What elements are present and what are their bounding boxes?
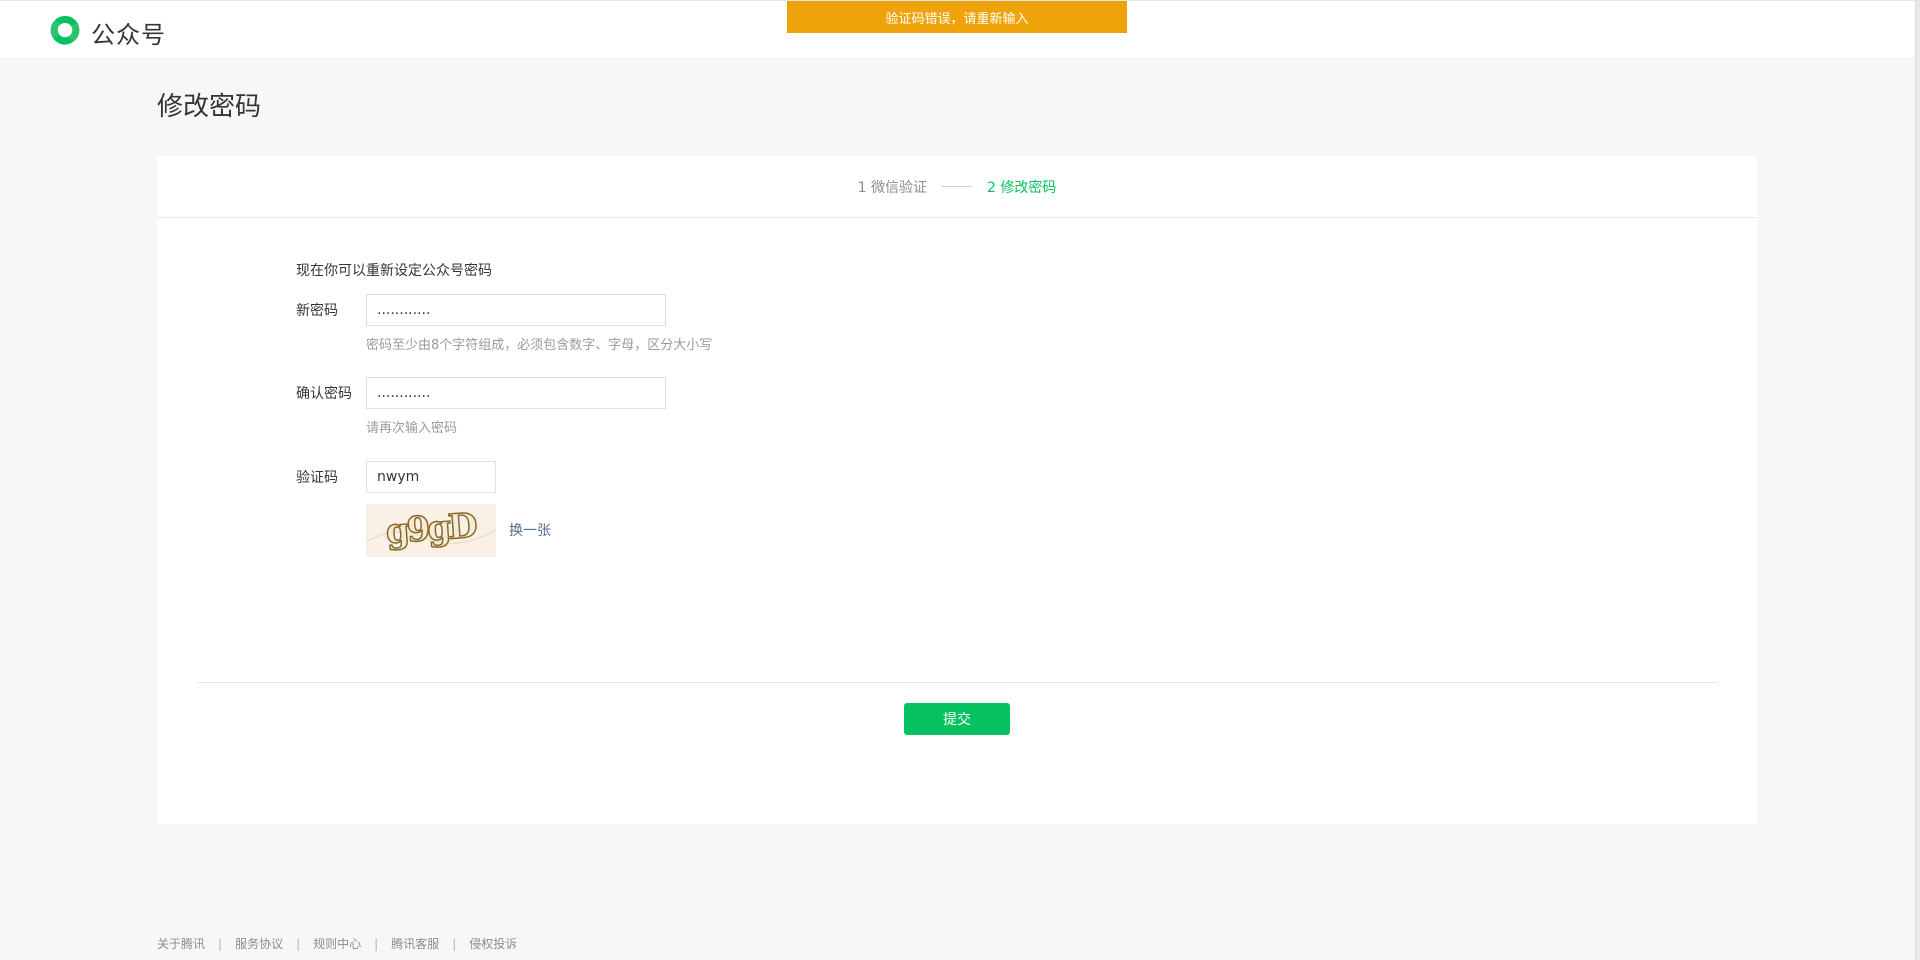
footer-link-customer-service[interactable]: 腾讯客服 — [391, 935, 439, 952]
step-separator — [942, 186, 972, 187]
footer-link-about[interactable]: 关于腾讯 — [157, 935, 205, 952]
new-password-label: 新密码 — [296, 303, 338, 319]
confirm-password-input[interactable] — [366, 377, 666, 409]
confirm-password-hint: 请再次输入密码 — [366, 421, 458, 436]
confirm-password-label: 确认密码 — [296, 386, 352, 402]
refresh-captcha-link[interactable]: 换一张 — [509, 520, 551, 540]
footer-separator: | — [452, 936, 457, 951]
confirm-password-row: 确认密码 请再次输入密码 — [296, 377, 896, 437]
page-title: 修改密码 — [157, 92, 262, 122]
password-card: 1 微信验证 2 修改密码 现在你可以重新设定公众号密码 新密码 密码至少由8个… — [157, 156, 1757, 824]
captcha-row: 验证码 g9gD 换一张 — [296, 461, 896, 561]
footer: 关于腾讯 | 服务协议 | 规则中心 | 腾讯客服 | 侵权投诉 — [157, 935, 517, 952]
footer-link-rules[interactable]: 规则中心 — [313, 935, 361, 952]
footer-separator: | — [218, 936, 223, 951]
wechat-official-account-logo-icon — [47, 12, 83, 52]
scrollbar[interactable] — [1915, 0, 1920, 960]
footer-link-service-agreement[interactable]: 服务协议 — [235, 935, 283, 952]
captcha-input[interactable] — [366, 461, 496, 493]
submit-button[interactable]: 提交 — [904, 703, 1010, 735]
captcha-image[interactable]: g9gD — [366, 504, 496, 557]
new-password-hint: 密码至少由8个字符组成，必须包含数字、字母，区分大小写 — [366, 338, 713, 353]
footer-link-infringement[interactable]: 侵权投诉 — [469, 935, 517, 952]
captcha-label: 验证码 — [296, 470, 338, 486]
footer-separator: | — [296, 936, 301, 951]
logo[interactable]: 公众号 — [47, 12, 166, 52]
new-password-row: 新密码 密码至少由8个字符组成，必须包含数字、字母，区分大小写 — [296, 294, 896, 354]
step-wechat-verify: 1 微信验证 — [857, 179, 927, 196]
new-password-input[interactable] — [366, 294, 666, 326]
step-indicator: 1 微信验证 2 修改密码 — [157, 156, 1757, 218]
brand-name: 公众号 — [91, 20, 166, 49]
footer-separator: | — [374, 936, 379, 951]
error-toast: 验证码错误，请重新输入 — [787, 1, 1127, 33]
form-divider — [197, 682, 1717, 683]
password-form: 现在你可以重新设定公众号密码 新密码 密码至少由8个字符组成，必须包含数字、字母… — [296, 260, 712, 557]
form-intro: 现在你可以重新设定公众号密码 — [296, 263, 492, 279]
step-change-password: 2 修改密码 — [987, 179, 1057, 196]
captcha-text: g9gD — [385, 506, 479, 552]
